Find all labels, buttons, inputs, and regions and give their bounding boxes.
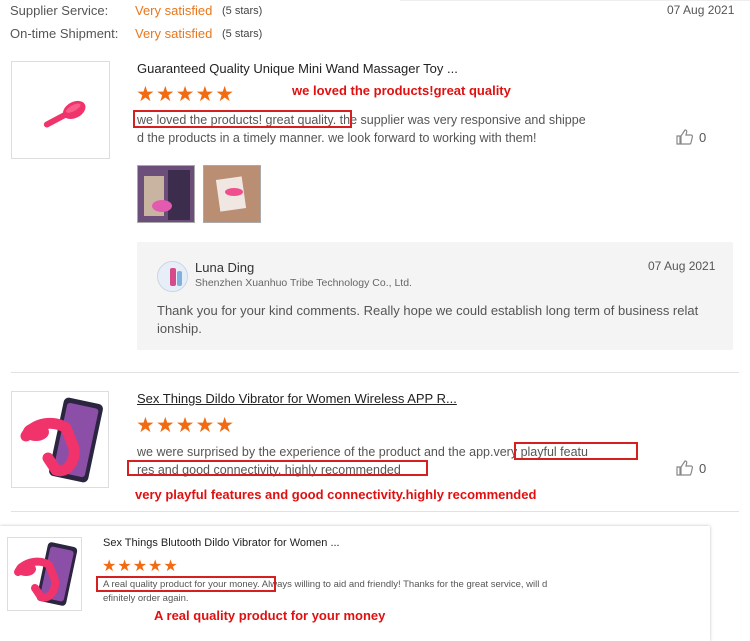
supplier-reply: Luna Ding Shenzhen Xuanhuo Tribe Technol… (137, 242, 733, 350)
review-stars: ★★★★★ (102, 558, 179, 575)
review-stars: ★★★★★ (136, 414, 236, 437)
review-photo-1[interactable] (137, 165, 195, 223)
like-count: 0 (699, 460, 707, 476)
avatar-image (158, 262, 187, 291)
highlight-box (96, 576, 276, 592)
bluetooth-vibrator-image (14, 542, 78, 606)
review-card: Sex Things Blutooth Dildo Vibrator for W… (0, 526, 710, 641)
annotation-note: A real quality product for your money (154, 608, 386, 623)
review-divider (11, 511, 739, 512)
reply-author-name: Luna Ding (195, 260, 255, 275)
highlight-box (127, 460, 428, 476)
ontime-shipment-stars: (5 stars) (222, 28, 263, 40)
thumbs-up-icon (676, 129, 693, 145)
annotation-note: very playful features and good connectiv… (135, 487, 537, 502)
product-thumbnail[interactable] (11, 61, 110, 159)
review-photo-image (204, 166, 260, 222)
avatar (157, 261, 188, 292)
reply-date: 07 Aug 2021 (648, 259, 716, 273)
supplier-service-label: Supplier Service: (10, 3, 109, 18)
ontime-shipment-value: Very satisfied (135, 26, 213, 41)
review-photo-2[interactable] (203, 165, 261, 223)
product-thumbnail[interactable] (7, 537, 82, 611)
thumbs-up-icon (676, 460, 693, 476)
review-product-title[interactable]: Guaranteed Quality Unique Mini Wand Mass… (137, 61, 458, 76)
highlight-box (133, 110, 352, 128)
highlight-box (514, 442, 638, 460)
review-divider (11, 372, 739, 373)
like-count: 0 (699, 129, 707, 145)
reply-text: Thank you for your kind comments. Really… (157, 303, 699, 336)
supplier-service-stars: (5 stars) (222, 5, 263, 17)
supplier-service-value: Very satisfied (135, 3, 213, 18)
wand-massager-image (43, 100, 86, 128)
like-button[interactable]: 0 (676, 460, 706, 476)
review-product-title[interactable]: Sex Things Dildo Vibrator for Women Wire… (137, 391, 457, 406)
app-vibrator-image (20, 397, 103, 483)
review-photo-image (138, 166, 194, 222)
reply-company: Shenzhen Xuanhuo Tribe Technology Co., L… (195, 277, 412, 289)
review-product-title[interactable]: Sex Things Blutooth Dildo Vibrator for W… (103, 537, 340, 549)
annotation-note: we loved the products!great quality (292, 83, 511, 98)
product-thumbnail[interactable] (11, 391, 109, 488)
header-divider (400, 0, 750, 1)
review-date: 07 Aug 2021 (667, 3, 735, 17)
ontime-shipment-label: On-time Shipment: (10, 26, 119, 41)
like-button[interactable]: 0 (676, 129, 706, 145)
review-stars: ★★★★★ (136, 83, 236, 106)
